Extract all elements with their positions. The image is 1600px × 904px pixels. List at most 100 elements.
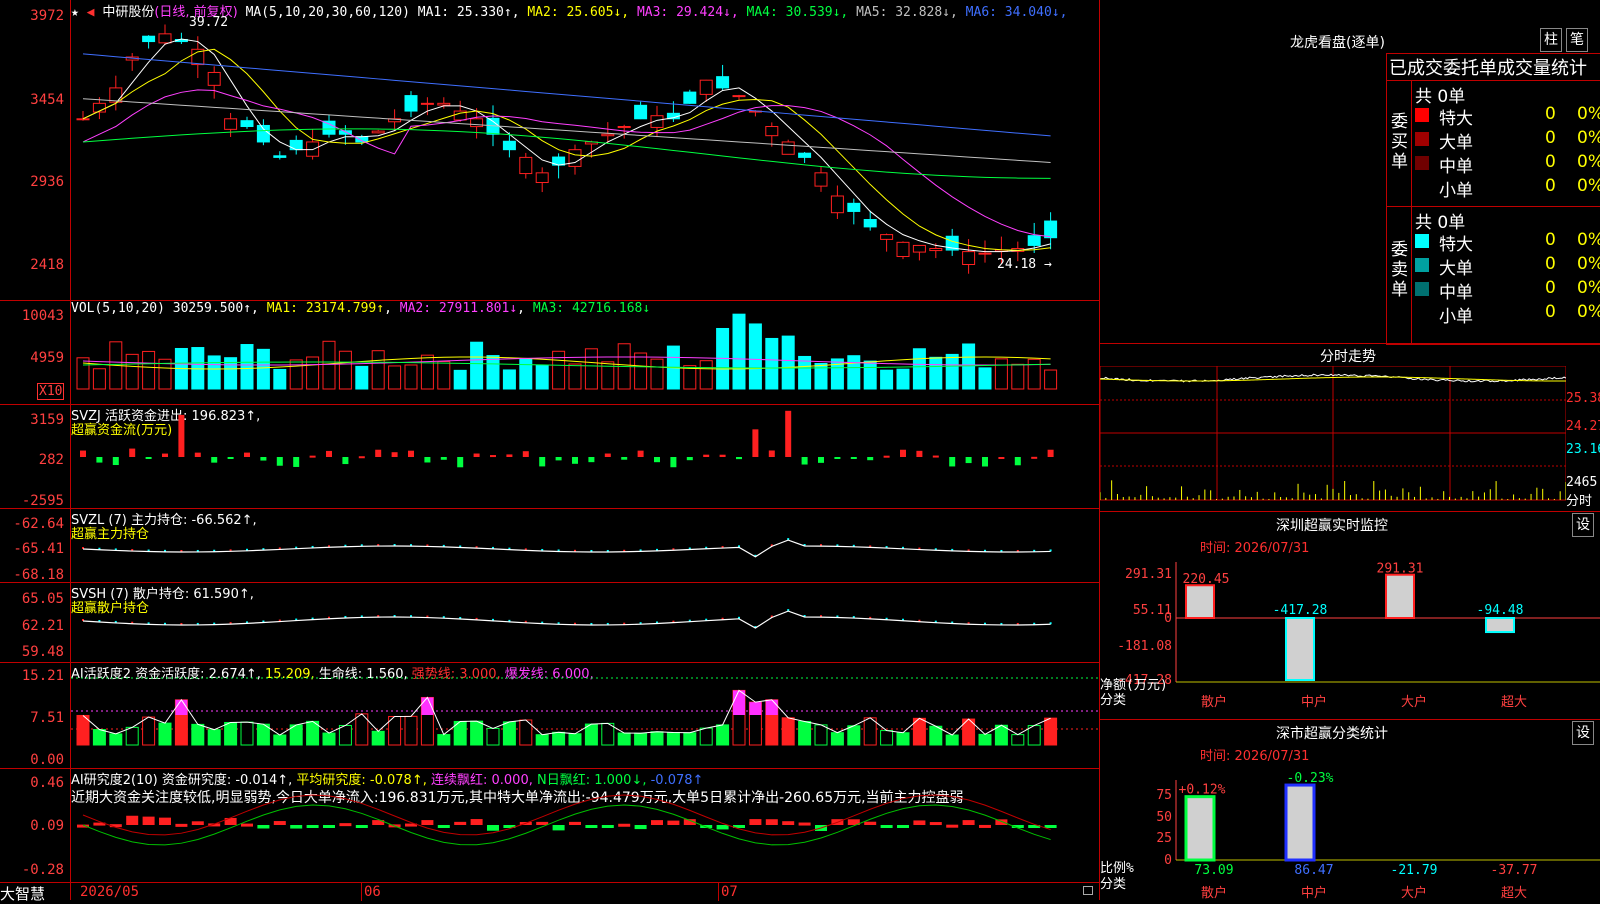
- activity-bar: [224, 721, 238, 746]
- svsh-line: [82, 610, 1051, 629]
- svsh-panel[interactable]: SVSH (7) 散户持仓: 61.590↑, 超赢散户持仓: [0, 582, 1100, 663]
- svzj-bar: [457, 457, 464, 468]
- class-settings-button[interactable]: 设: [1572, 721, 1594, 745]
- volume-chart: [76, 313, 1058, 390]
- research-bar: [241, 823, 253, 827]
- candle-body: [634, 104, 648, 120]
- intraday-tick-3: 2465: [1566, 475, 1598, 490]
- volume-bar: [420, 354, 434, 390]
- candle-body: [765, 126, 779, 137]
- order-row: 中单 0 0%: [1415, 278, 1600, 303]
- row-pct: 0%: [1577, 176, 1600, 196]
- date-divider: [718, 883, 719, 901]
- sz-class-title: 深市超赢分类统计: [1276, 726, 1388, 742]
- cls-tick: 50: [1156, 810, 1172, 825]
- svzj-bar: [326, 450, 332, 457]
- svzj-bar: [555, 457, 562, 461]
- svzj-bar: [391, 452, 398, 457]
- svzj-tick-2: -2595: [21, 493, 64, 509]
- lock-icon[interactable]: [1083, 886, 1093, 895]
- cls-cat: 超大: [1501, 886, 1527, 901]
- svzj-bar: [408, 450, 414, 457]
- ai-research-panel[interactable]: AI研究度2(10) 资金研究度: -0.014↑, 平均研究度: -0.078…: [0, 768, 1100, 883]
- cls-cat: 中户: [1301, 885, 1327, 901]
- research-bar: [421, 820, 434, 825]
- order-row: 特大 0 0%: [1415, 230, 1600, 255]
- sz-bar-label: -94.48: [1477, 603, 1524, 618]
- swatch: [1415, 108, 1429, 122]
- sz-class-chart: 75 50 25 0 +0.12% -0.23% 73.09 散户 86.47 中户 -21.79 大…: [1100, 771, 1600, 901]
- activity-bar: [338, 724, 352, 746]
- right-sidebar: 龙虎看盘(逐单) 柱 笔 已成交委托单成交量统计 委买单 委卖单 共 0单 共 …: [1100, 0, 1600, 901]
- row-name: 中单: [1439, 157, 1473, 177]
- cls-value: -21.79: [1391, 863, 1438, 878]
- ai2-tick-2: 0.00: [30, 752, 64, 768]
- brand-label: 大智慧: [0, 885, 46, 903]
- date-axis[interactable]: 大智慧 2026/05 06 07: [0, 882, 1100, 903]
- ai-activity-panel[interactable]: AI活跃度2 资金活跃度: 2.674↑, 15.209, 生命线: 1.560…: [0, 662, 1100, 769]
- ai-activity-chart: [71, 677, 1099, 746]
- svzl-panel[interactable]: SVZL (7) 主力持仓: -66.562↑, 超赢主力持仓: [0, 508, 1100, 583]
- intraday-title: 分时走势: [1320, 349, 1376, 365]
- activity-bar: [863, 717, 877, 746]
- research-bar: [257, 825, 270, 829]
- activity-bar: [273, 734, 287, 746]
- candlestick-chart[interactable]: 39.72 24.18 →: [71, 0, 1099, 300]
- svzj-bar: [637, 450, 644, 457]
- cls-tick: 75: [1156, 788, 1172, 803]
- sz-bar: [1485, 617, 1515, 634]
- activity-bar: [847, 725, 861, 746]
- order-row: 小单 0 0%: [1415, 176, 1600, 201]
- svzj-bar: [1031, 456, 1038, 459]
- svzj-bar: [96, 457, 103, 463]
- tick-mode-button[interactable]: 笔: [1566, 28, 1588, 52]
- svzj-bar: [900, 449, 906, 457]
- research-bar: [667, 820, 680, 825]
- ai3-tick-1: 0.09: [30, 818, 64, 834]
- svzj-bar: [604, 453, 611, 457]
- candle-body: [617, 126, 631, 129]
- svzj-bar: [342, 457, 349, 465]
- row-name: 特大: [1439, 109, 1473, 129]
- research-bar: [585, 825, 598, 828]
- volume-bar: [634, 352, 648, 390]
- main-kline-panel[interactable]: ★ ◀ 中研股份(日线, 前复权) MA(5,10,20,30,60,120) …: [0, 0, 1100, 900]
- svzj-bar: [654, 457, 660, 463]
- bar-mode-button[interactable]: 柱: [1540, 28, 1562, 52]
- research-bar: [864, 821, 877, 825]
- svsh-chart: [82, 609, 1052, 629]
- volume-bar: [962, 343, 976, 390]
- research-bar: [142, 816, 155, 825]
- research-bar: [323, 825, 335, 828]
- candle-body: [912, 244, 926, 253]
- sz-net-chart: 291.3155.110-181.08-417.28220.45散户-417.2…: [1100, 562, 1600, 710]
- row-val: 0: [1545, 128, 1556, 148]
- order-stats-title: 已成交委托单成交量统计: [1389, 58, 1587, 79]
- sz-axis-label2: 分类: [1100, 693, 1126, 708]
- volume-bar: [765, 337, 779, 390]
- intraday-tick-1: 24.27: [1566, 419, 1600, 434]
- sz-settings-button[interactable]: 设: [1572, 513, 1594, 537]
- sz-monitor-panel[interactable]: 深圳超赢实时监控 设 时间: 2026/07/31 291.31 55.11 0 -1…: [1100, 511, 1600, 720]
- candle-body: [601, 133, 615, 137]
- svzj-panel[interactable]: SVZJ 活跃资金进出: 196.823↑, 超赢资金流(万元): [0, 404, 1100, 509]
- research-bar: [470, 819, 483, 825]
- activity-bar: [125, 726, 139, 746]
- intraday-panel[interactable]: 分时走势 25.38 24.27 23.16 2465 分时: [1100, 343, 1600, 512]
- svzj-bar: [490, 455, 496, 458]
- row-val: 0: [1545, 152, 1556, 172]
- sz-cat: 超大: [1501, 695, 1527, 710]
- activity-bar: [978, 733, 992, 746]
- svzj-bar: [194, 452, 201, 457]
- candle-body: [732, 95, 746, 98]
- activity-bar: [92, 729, 106, 746]
- intraday-chart: [1100, 366, 1566, 501]
- svzj-bar: [244, 452, 250, 457]
- sz-tick: -181.08: [1117, 639, 1172, 654]
- candle-body: [420, 102, 434, 105]
- sz-bar: [1285, 617, 1315, 681]
- candle-body: [224, 118, 238, 130]
- sz-class-panel[interactable]: 深市超赢分类统计 设 时间: 2026/07/31 75 50 25 0 +0.12% -…: [1100, 719, 1600, 901]
- volume-panel[interactable]: VOL(5,10,20) 30259.500↑, MA1: 23174.799↑…: [0, 300, 1100, 405]
- svzl-tick-0: -62.64: [13, 516, 64, 532]
